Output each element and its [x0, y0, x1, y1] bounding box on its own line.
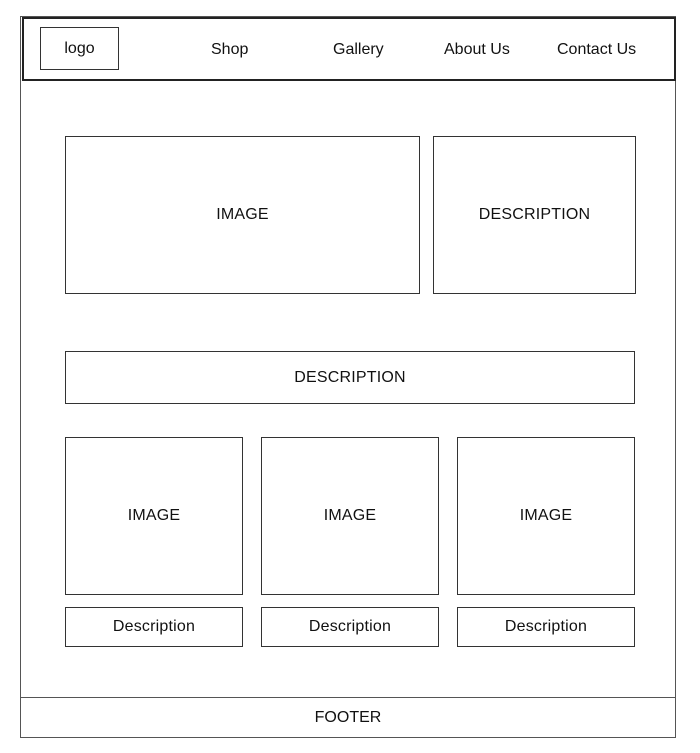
card-image-2: IMAGE: [261, 437, 439, 595]
card-image-3: IMAGE: [457, 437, 635, 595]
banner-description: DESCRIPTION: [65, 351, 635, 404]
card-description-2: Description: [261, 607, 439, 647]
footer: FOOTER: [20, 697, 676, 738]
card-description-1: Description: [65, 607, 243, 647]
nav-link-about[interactable]: About Us: [444, 40, 510, 60]
header-bar: logo Shop Gallery About Us Contact Us: [22, 17, 676, 81]
nav-link-shop[interactable]: Shop: [211, 40, 248, 60]
logo[interactable]: logo: [40, 27, 119, 70]
card-image-1: IMAGE: [65, 437, 243, 595]
hero-description: DESCRIPTION: [433, 136, 636, 294]
card-description-3: Description: [457, 607, 635, 647]
hero-image: IMAGE: [65, 136, 420, 294]
nav-link-contact[interactable]: Contact Us: [557, 40, 636, 60]
nav-link-gallery[interactable]: Gallery: [333, 40, 384, 60]
